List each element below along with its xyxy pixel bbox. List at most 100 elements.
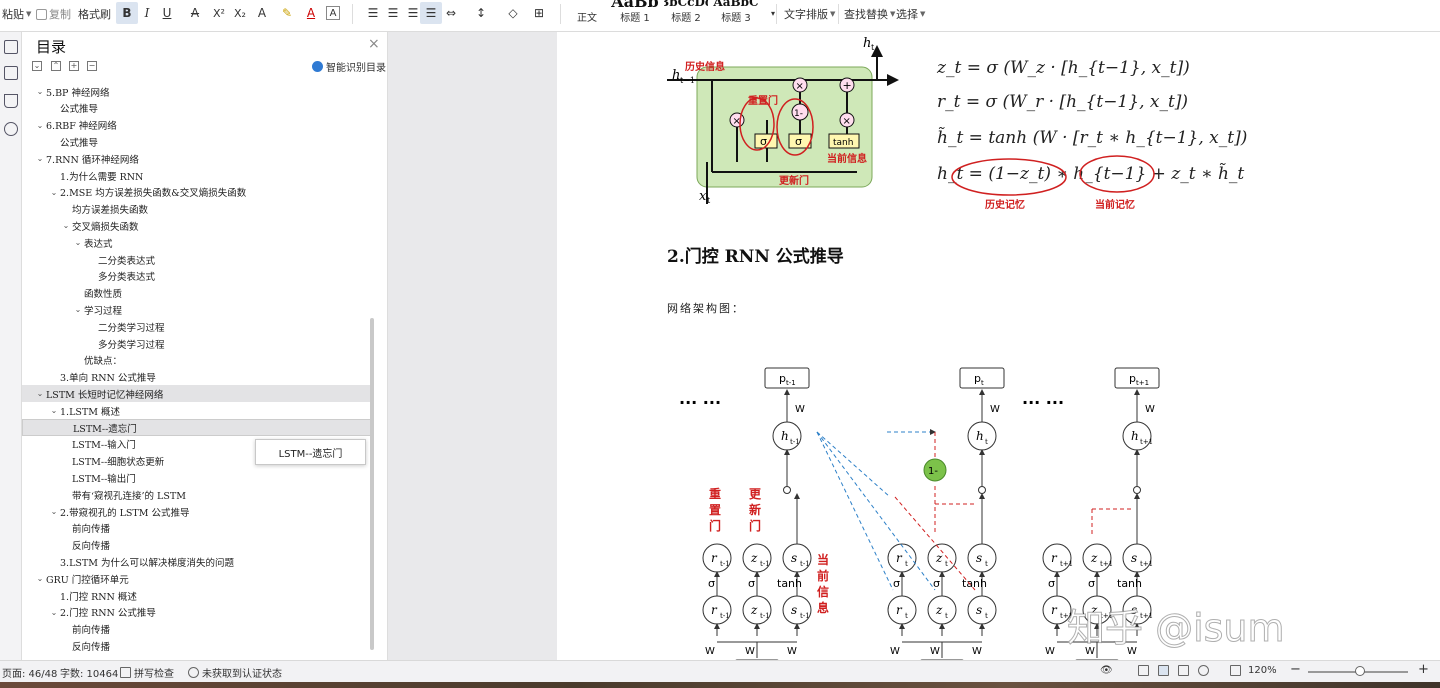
toc-item[interactable]: ⌄ 1.LSTM 概述 bbox=[22, 402, 374, 419]
toc-item[interactable]: ⌄ 学习过程 bbox=[22, 301, 374, 318]
toc-item[interactable]: 公式推导 bbox=[22, 133, 374, 150]
read-view-icon[interactable] bbox=[1178, 665, 1189, 676]
page-count[interactable]: 页面: 46/48 bbox=[2, 665, 57, 680]
close-icon[interactable]: × bbox=[368, 36, 380, 52]
toc-item[interactable]: 1.门控 RNN 概述 bbox=[22, 587, 374, 604]
web-view-icon[interactable] bbox=[1198, 665, 1209, 676]
chevron-down-icon[interactable]: ⌄ bbox=[48, 608, 60, 617]
toc-item[interactable]: 二分类表达式 bbox=[22, 251, 374, 268]
toc-icon[interactable] bbox=[4, 40, 18, 54]
toc-item[interactable]: LSTM--输出门 bbox=[22, 469, 374, 486]
toc-item[interactable]: 1.为什么需要 RNN bbox=[22, 167, 374, 184]
chevron-down-icon[interactable]: ⌄ bbox=[72, 305, 84, 314]
toc-item[interactable]: ⌄ 2.带窥视孔的 LSTM 公式推导 bbox=[22, 503, 374, 520]
auth-status[interactable]: 未获取到认证状态 bbox=[188, 665, 282, 680]
toc-item[interactable]: 多分类学习过程 bbox=[22, 335, 374, 352]
document-page[interactable]: σ σ tanh × × + × 1- 历史信息 重置门 更新门 当前信息 h … bbox=[557, 32, 1284, 660]
highlight-button[interactable]: ✎ bbox=[276, 2, 298, 24]
style-heading-2[interactable]: AaBbCcDdEe 标题 2 bbox=[664, 0, 708, 24]
shading-icon[interactable]: ◇ bbox=[502, 2, 524, 24]
font-color-button[interactable]: A bbox=[300, 2, 322, 24]
toc-item[interactable]: LSTM--遗忘门 bbox=[22, 419, 374, 436]
page-view-icon[interactable] bbox=[1158, 665, 1169, 676]
underline-button[interactable]: U bbox=[156, 2, 178, 24]
toc-item[interactable]: 二分类学习过程 bbox=[22, 318, 374, 335]
chevron-down-icon[interactable]: ⌄ bbox=[34, 574, 46, 583]
paste-button[interactable]: 粘贴 ▼ bbox=[2, 0, 31, 28]
toc-item[interactable]: 3.LSTM 为什么可以解决梯度消失的问题 bbox=[22, 553, 374, 570]
add-heading-icon[interactable]: + bbox=[69, 61, 79, 71]
expand-icon[interactable]: ⌃ bbox=[51, 61, 61, 71]
chevron-down-icon[interactable]: ⌄ bbox=[34, 389, 46, 398]
toc-item[interactable]: ⌄ GRU 门控循环单元 bbox=[22, 570, 374, 587]
styles-expand-icon[interactable]: ▾ bbox=[762, 2, 784, 24]
toc-item[interactable]: ⌄ 5.BP 神经网络 bbox=[22, 83, 374, 100]
bookmark-icon[interactable] bbox=[4, 94, 18, 108]
style-heading-1[interactable]: AaBb 标题 1 bbox=[611, 0, 659, 24]
toc-item[interactable]: 优缺点： bbox=[22, 352, 374, 369]
zoom-level[interactable]: 120% bbox=[1248, 665, 1277, 676]
border-icon[interactable]: ⊞ bbox=[528, 2, 550, 24]
toc-item[interactable]: 公式推导 bbox=[22, 100, 374, 117]
chevron-down-icon[interactable]: ⌄ bbox=[34, 121, 46, 130]
toc-panel: 目录 × ⌄ ⌃ + − 智能识别目录 ⌄ 5.BP 神经网络 公式推导 ⌄ 6.RBF… bbox=[22, 32, 388, 660]
chevron-down-icon[interactable]: ⌄ bbox=[72, 238, 84, 247]
zoom-out-button[interactable]: − bbox=[1290, 662, 1301, 677]
align-center-icon[interactable]: ☰ bbox=[382, 2, 404, 24]
distribute-icon[interactable]: ⇔ bbox=[440, 2, 462, 24]
subscript-button[interactable]: X₂ bbox=[229, 2, 251, 24]
toc-item[interactable]: 反向传播 bbox=[22, 537, 374, 554]
toc-item[interactable]: ⌄ 2.MSE 均方误差损失函数&交叉熵损失函数 bbox=[22, 184, 374, 201]
toc-item[interactable]: 3.单向 RNN 公式推导 bbox=[22, 369, 374, 386]
toc-item[interactable]: ⌄ 7.RNN 循环神经网络 bbox=[22, 150, 374, 167]
chevron-down-icon[interactable]: ⌄ bbox=[48, 188, 60, 197]
toc-item[interactable]: ⌄ 表达式 bbox=[22, 234, 374, 251]
style-heading-3[interactable]: AaBbC 标题 3 bbox=[712, 0, 760, 24]
text-layout-button[interactable]: 文字排版 ▼ bbox=[784, 0, 835, 28]
italic-button[interactable]: I bbox=[136, 2, 158, 24]
toc-item[interactable]: 前向传播 bbox=[22, 621, 374, 638]
eye-icon[interactable]: 👁 bbox=[1100, 665, 1113, 676]
smart-toc-button[interactable]: 智能识别目录 bbox=[312, 59, 386, 74]
copy-button[interactable]: 复制 bbox=[36, 0, 71, 28]
find-replace-button[interactable]: 查找替换 ▼ bbox=[844, 0, 895, 28]
chevron-down-icon[interactable]: ⌄ bbox=[60, 221, 72, 230]
line-spacing-icon[interactable]: ↕ bbox=[470, 2, 492, 24]
chapter-icon[interactable] bbox=[4, 66, 18, 80]
arch-r-sub: t bbox=[905, 560, 908, 568]
collapse-all-icon[interactable]: ⌄ bbox=[32, 61, 42, 71]
search-icon[interactable] bbox=[4, 122, 18, 136]
fit-page-icon[interactable] bbox=[1230, 665, 1241, 676]
align-left-icon[interactable]: ☰ bbox=[362, 2, 384, 24]
zoom-slider-handle[interactable] bbox=[1355, 666, 1365, 676]
bold-button[interactable]: B bbox=[116, 2, 138, 24]
toc-item[interactable]: ⌄ 6.RBF 神经网络 bbox=[22, 117, 374, 134]
toc-scrollbar[interactable] bbox=[370, 318, 374, 650]
word-count[interactable]: 字数: 10464 bbox=[60, 665, 118, 680]
toc-item[interactable]: 带有‘窥视孔连接’的 LSTM bbox=[22, 486, 374, 503]
toc-item[interactable]: 反向传播 bbox=[22, 637, 374, 654]
superscript-button[interactable]: X² bbox=[208, 2, 230, 24]
chevron-down-icon[interactable]: ⌄ bbox=[48, 507, 60, 516]
outline-view-icon[interactable] bbox=[1138, 665, 1149, 676]
char-border-button[interactable]: A bbox=[326, 6, 340, 20]
select-button[interactable]: 选择 ▼ bbox=[896, 0, 925, 28]
toc-item[interactable]: 多分类表达式 bbox=[22, 268, 374, 285]
toc-item[interactable]: ⌄ 交叉熵损失函数 bbox=[22, 217, 374, 234]
toc-item[interactable]: 前向传播 bbox=[22, 520, 374, 537]
chevron-down-icon[interactable]: ⌄ bbox=[48, 406, 60, 415]
text-effect-button[interactable]: A bbox=[251, 2, 273, 24]
zoom-in-button[interactable]: + bbox=[1418, 662, 1429, 677]
remove-heading-icon[interactable]: − bbox=[87, 61, 97, 71]
toc-item[interactable]: 均方误差损失函数 bbox=[22, 201, 374, 218]
toc-item[interactable]: 函数性质 bbox=[22, 285, 374, 302]
spell-check-button[interactable]: 拼写检查 bbox=[120, 665, 174, 680]
strikethrough-button[interactable]: A bbox=[184, 2, 206, 24]
toc-item[interactable]: ⌄ LSTM 长短时记忆神经网络 bbox=[22, 385, 374, 403]
chevron-down-icon[interactable]: ⌄ bbox=[34, 154, 46, 163]
style-normal[interactable]: 正文 bbox=[570, 0, 604, 24]
justify-icon[interactable]: ☰ bbox=[420, 2, 442, 24]
chevron-down-icon[interactable]: ⌄ bbox=[34, 87, 46, 96]
toc-item[interactable]: ⌄ 2.门控 RNN 公式推导 bbox=[22, 604, 374, 621]
format-painter-button[interactable]: 格式刷 bbox=[78, 0, 111, 28]
